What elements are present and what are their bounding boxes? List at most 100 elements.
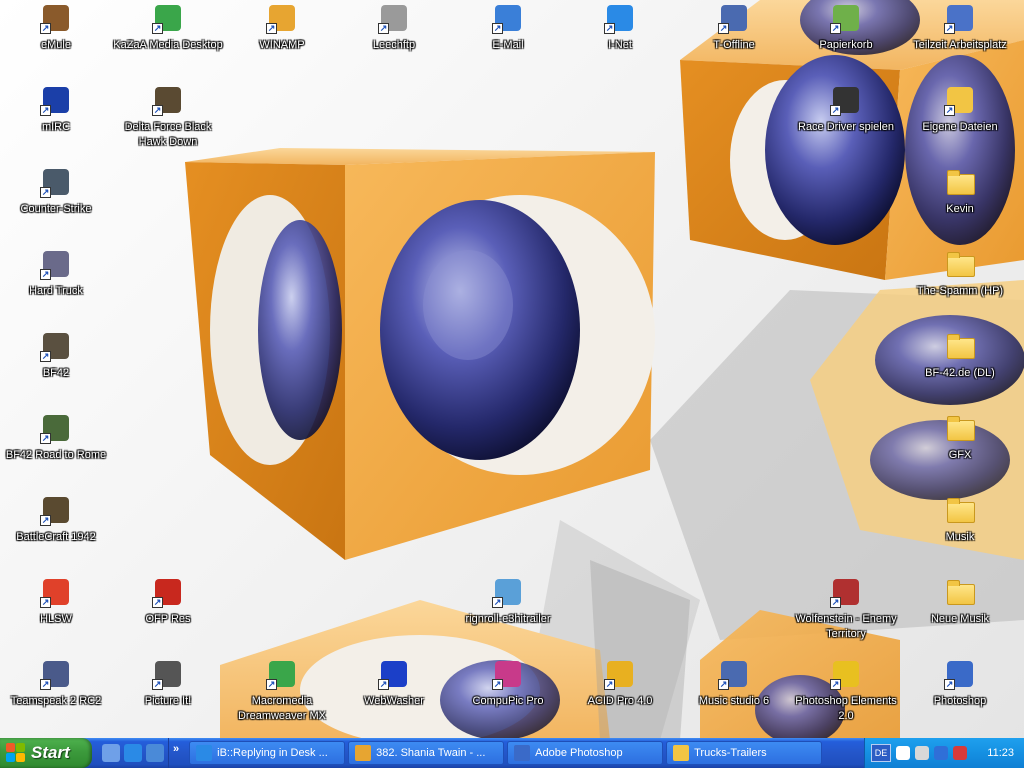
desktop-icon[interactable]: ↗ T-Offline <box>678 2 790 82</box>
video-file-icon: ↗ <box>492 576 524 608</box>
desktop-icon[interactable]: ↗ WebWasher <box>338 658 450 738</box>
desktop-icon[interactable]: ↗ BF42 Road to Rome <box>0 412 112 492</box>
desktop-icon[interactable]: BF-42.de (DL) <box>904 330 1016 410</box>
winamp-icon <box>355 745 372 761</box>
desktop-icon[interactable]: ↗ rignroll-e3hitrailer <box>452 576 564 656</box>
language-indicator[interactable]: DE <box>871 744 891 762</box>
desktop-icon-label: Musik <box>945 531 975 543</box>
taskbar-button-label: 382. Shania Twain - ... <box>376 747 486 759</box>
desktop-icon[interactable]: ↗ Leechftp <box>338 2 450 82</box>
desktop-icon[interactable]: ↗ CompuPic Pro <box>452 658 564 738</box>
desktop-icon[interactable]: ↗ I-Net <box>564 2 676 82</box>
shortcut-arrow-icon: ↗ <box>944 23 955 34</box>
clock[interactable]: 11:23 <box>987 747 1014 759</box>
desktop-icon-label: Eigene Dateien <box>922 121 998 133</box>
taskbar-button-label: iB::Replying in Desk ... <box>217 747 328 759</box>
taskbar: Start » iB::Replying in Desk ... 382. Sha… <box>0 738 1024 768</box>
desktop-icon-label: The-Spamm (HP) <box>916 285 1004 297</box>
desktop-icon-label: Photoshop <box>933 695 987 707</box>
desktop-icon[interactable]: ↗ ACID Pro 4.0 <box>564 658 676 738</box>
volume-icon[interactable] <box>915 746 929 760</box>
tray-app-icon[interactable] <box>953 746 967 760</box>
taskbar-button[interactable]: Adobe Photoshop <box>507 741 664 765</box>
shortcut-arrow-icon: ↗ <box>40 269 51 280</box>
webwasher-icon: ↗ <box>378 658 410 690</box>
desktop-icon-label: Picture It! <box>144 695 192 707</box>
shortcut-arrow-icon: ↗ <box>152 679 163 690</box>
desktop-icon-label: Leechftp <box>372 39 416 51</box>
shortcut-arrow-icon: ↗ <box>830 105 841 116</box>
desktop-icon[interactable]: ↗ Wolfenstein - Enemy Territory <box>790 576 902 656</box>
desktop-icon[interactable]: ↗ eMule <box>0 2 112 82</box>
shortcut-arrow-icon: ↗ <box>944 105 955 116</box>
desktop-icon-label: CompuPic Pro <box>472 695 544 707</box>
folder-icon <box>944 494 976 526</box>
desktop-icon[interactable]: ↗ Teamspeak 2 RC2 <box>0 658 112 738</box>
desktop-icon[interactable]: The-Spamm (HP) <box>904 248 1016 328</box>
desktop-icon-label: ACID Pro 4.0 <box>587 695 653 707</box>
desktop-icon[interactable]: ↗ Picture It! <box>112 658 224 738</box>
taskbar-button-label: Trucks-Trailers <box>694 747 767 759</box>
shortcut-arrow-icon: ↗ <box>40 679 51 690</box>
shortcut-arrow-icon: ↗ <box>266 679 277 690</box>
photoshop-icon: ↗ <box>944 658 976 690</box>
desktop-icon[interactable]: ↗ Delta Force Black Hawk Down <box>112 84 224 164</box>
desktop-icon-label: Wolfenstein - Enemy Territory <box>795 613 897 640</box>
desktop-icon[interactable]: ↗ Music studio 6 <box>678 658 790 738</box>
hlsw-icon: ↗ <box>40 576 72 608</box>
shortcut-arrow-icon: ↗ <box>40 187 51 198</box>
desktop-icon[interactable]: ↗ E-Mail <box>452 2 564 82</box>
desktop-icon[interactable]: ↗ BattleCraft 1942 <box>0 494 112 574</box>
desktop-icon[interactable]: ↗ Photoshop <box>904 658 1016 738</box>
desktop-icon[interactable]: ↗ mIRC <box>0 84 112 164</box>
desktop-icon[interactable]: ↗ Counter-Strike <box>0 166 112 246</box>
folder-icon <box>944 248 976 280</box>
desktop-icon[interactable]: ↗ OFP Res <box>112 576 224 656</box>
desktop-icon[interactable]: ↗ Hard Truck <box>0 248 112 328</box>
quick-launch-more-button[interactable]: » <box>173 743 179 755</box>
desktop-icon[interactable]: ↗ HLSW <box>0 576 112 656</box>
desktop-icon[interactable]: GFX <box>904 412 1016 492</box>
shortcut-arrow-icon: ↗ <box>830 597 841 608</box>
desktop-icon[interactable]: ↗ WINAMP <box>226 2 338 82</box>
desktop-icon-label: HLSW <box>40 613 72 625</box>
desktop-icon-label: OFP Res <box>145 613 191 625</box>
desktop-icon[interactable]: Musik <box>904 494 1016 574</box>
desktop-icon[interactable]: ↗ KaZaA Media Desktop <box>112 2 224 82</box>
desktop-icon[interactable]: ↗ Macromedia Dreamweaver MX <box>226 658 338 738</box>
shortcut-arrow-icon: ↗ <box>604 679 615 690</box>
desktop-icon-label: Teamspeak 2 RC2 <box>10 695 102 707</box>
desktop-icon[interactable]: ↗ Photoshop Elements 2.0 <box>790 658 902 738</box>
acid-pro-icon: ↗ <box>604 658 636 690</box>
desktop-icon[interactable]: ↗ Race Driver spielen <box>790 84 902 164</box>
desktop-icon[interactable]: ↗ Teilzeit Arbeitsplatz <box>904 2 1016 82</box>
bf42-road-to-rome-icon: ↗ <box>40 412 72 444</box>
shortcut-arrow-icon: ↗ <box>152 597 163 608</box>
outlook-express-icon[interactable] <box>146 744 164 762</box>
desktop-icon-label: KaZaA Media Desktop <box>113 39 223 51</box>
start-button[interactable]: Start <box>0 738 92 768</box>
desktop-icon[interactable]: Kevin <box>904 166 1016 246</box>
shortcut-arrow-icon: ↗ <box>378 679 389 690</box>
desktop-icon-label: BF42 Road to Rome <box>5 449 107 461</box>
desktop-icon-label: BattleCraft 1942 <box>16 531 96 543</box>
network-icon[interactable] <box>934 746 948 760</box>
desktop-icon-label: WINAMP <box>259 39 305 51</box>
desktop-icon[interactable]: ↗ BF42 <box>0 330 112 410</box>
internet-explorer-icon: ↗ <box>604 2 636 34</box>
taskbar-button[interactable]: Trucks-Trailers <box>666 741 823 765</box>
taskbar-button[interactable]: iB::Replying in Desk ... <box>189 741 346 765</box>
help-icon[interactable] <box>896 746 910 760</box>
shortcut-arrow-icon: ↗ <box>492 23 503 34</box>
recycle-bin-icon: ↗ <box>830 2 862 34</box>
taskbar-button[interactable]: 382. Shania Twain - ... <box>348 741 505 765</box>
desktop-icon[interactable]: ↗ Eigene Dateien <box>904 84 1016 164</box>
internet-explorer-icon[interactable] <box>124 744 142 762</box>
show-desktop-icon[interactable] <box>102 744 120 762</box>
desktop-icon[interactable]: ↗ Papierkorb <box>790 2 902 82</box>
battlecraft-icon: ↗ <box>40 494 72 526</box>
desktop-icon[interactable]: Neue Musik <box>904 576 1016 656</box>
taskbar-button-label: Adobe Photoshop <box>535 747 623 759</box>
counter-strike-icon: ↗ <box>40 166 72 198</box>
desktop-icon-label: GFX <box>948 449 972 461</box>
